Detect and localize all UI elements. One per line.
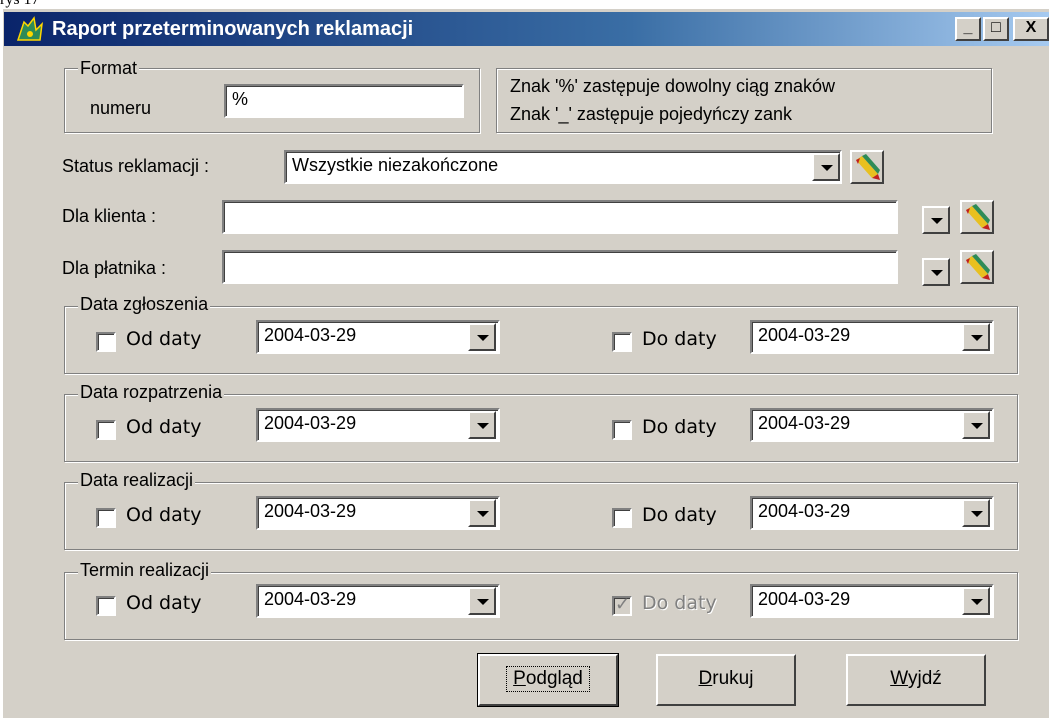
status-picker-button[interactable] xyxy=(850,150,884,184)
hint-line-1: Znak '%' zastępuje dowolny ciąg znaków xyxy=(510,76,836,96)
payer-input[interactable] xyxy=(222,250,898,284)
to-date-dropdown-button[interactable] xyxy=(962,323,990,351)
payer-dropdown-button[interactable] xyxy=(922,258,950,286)
maximize-button[interactable]: □ xyxy=(983,17,1009,41)
payer-label: Dla płatnika : xyxy=(62,258,167,278)
exit-mnemonic: W xyxy=(890,668,908,689)
to-date-picker[interactable]: 2004-03-29 xyxy=(750,408,994,442)
preview-label: odgląd xyxy=(525,668,583,689)
to-date-checkbox[interactable] xyxy=(612,420,632,440)
window-title: Raport przeterminowanych reklamacji xyxy=(52,18,414,40)
from-date-checkbox[interactable] xyxy=(96,596,116,616)
from-date-dropdown-button[interactable] xyxy=(468,411,496,439)
client-label: Dla klienta : xyxy=(62,206,157,226)
app-icon xyxy=(16,16,44,41)
to-date-label: Do daty xyxy=(642,416,717,438)
to-date-label: Do daty xyxy=(642,328,717,350)
to-date-dropdown-button[interactable] xyxy=(962,499,990,527)
print-label: rukuj xyxy=(712,668,754,689)
from-date-picker[interactable]: 2004-03-29 xyxy=(256,584,500,618)
close-button[interactable]: X xyxy=(1013,17,1049,41)
date-group-title: Data zgłoszenia xyxy=(78,294,211,315)
to-date-checkbox[interactable] xyxy=(612,332,632,352)
to-date-label: Do daty xyxy=(642,504,717,526)
hint-line-2: Znak '_' zastępuje pojedyńczy zank xyxy=(510,104,793,124)
date-group-title: Data rozpatrzenia xyxy=(78,382,225,403)
date-group-title: Termin realizacji xyxy=(78,560,212,581)
from-date-checkbox[interactable] xyxy=(96,332,116,352)
to-date-dropdown-button[interactable] xyxy=(962,411,990,439)
from-date-label: Od daty xyxy=(126,504,202,526)
from-date-dropdown-button[interactable] xyxy=(468,499,496,527)
pencil-picker-icon xyxy=(966,254,990,280)
to-date-checkbox[interactable] xyxy=(612,508,632,528)
to-date-label: Do daty xyxy=(642,592,717,614)
exit-label: yjdź xyxy=(907,668,942,689)
to-date-picker[interactable]: 2004-03-29 xyxy=(750,496,994,530)
status-select[interactable]: Wszystkie niezakończone xyxy=(284,150,842,184)
from-date-picker[interactable]: 2004-03-29 xyxy=(256,320,500,354)
pencil-picker-icon xyxy=(856,154,880,180)
print-button[interactable]: Drukuj xyxy=(656,654,796,706)
from-date-picker[interactable]: 2004-03-29 xyxy=(256,408,500,442)
to-date-picker[interactable]: 2004-03-29 xyxy=(750,320,994,354)
format-number-input[interactable]: % xyxy=(224,84,464,118)
to-date-checkbox-disabled xyxy=(612,594,632,616)
from-date-label: Od daty xyxy=(126,592,202,614)
from-date-dropdown-button[interactable] xyxy=(468,323,496,351)
to-date-picker[interactable]: 2004-03-29 xyxy=(750,584,994,618)
to-date-dropdown-button[interactable] xyxy=(962,587,990,615)
format-number-label: numeru xyxy=(90,98,152,118)
from-date-checkbox[interactable] xyxy=(96,420,116,440)
date-group-title: Data realizacji xyxy=(78,470,196,491)
from-date-checkbox[interactable] xyxy=(96,508,116,528)
pencil-picker-icon xyxy=(966,204,990,230)
format-group-title: Format xyxy=(78,58,140,79)
print-mnemonic: D xyxy=(698,668,713,689)
preview-mnemonic: P xyxy=(513,668,526,689)
minimize-button[interactable]: _ xyxy=(955,17,981,41)
from-date-label: Od daty xyxy=(126,416,202,438)
client-picker-button[interactable] xyxy=(960,200,994,234)
client-dropdown-button[interactable] xyxy=(922,206,950,234)
preview-button[interactable]: Podgląd xyxy=(477,653,619,707)
exit-button[interactable]: Wyjdź xyxy=(846,654,986,706)
from-date-dropdown-button[interactable] xyxy=(468,587,496,615)
payer-picker-button[interactable] xyxy=(960,250,994,284)
status-label: Status reklamacji : xyxy=(62,156,210,176)
status-dropdown-button[interactable] xyxy=(812,153,840,181)
from-date-label: Od daty xyxy=(126,328,202,350)
client-input[interactable] xyxy=(222,200,898,234)
from-date-picker[interactable]: 2004-03-29 xyxy=(256,496,500,530)
